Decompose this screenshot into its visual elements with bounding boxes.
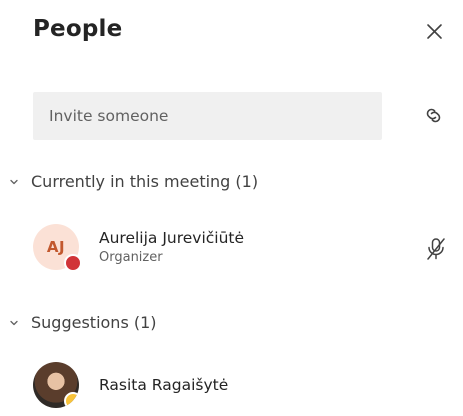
participant-row[interactable]: AJ Aurelija Jurevičiūtė Organizer (33, 224, 245, 272)
invite-field[interactable] (33, 92, 382, 140)
mute-toggle-button[interactable] (424, 236, 448, 262)
section-suggestions[interactable]: Suggestions (1) (8, 313, 157, 332)
participant-role: Organizer (99, 250, 163, 265)
suggestion-name: Rasita Ragaišytė (99, 376, 229, 394)
avatar (33, 362, 79, 408)
mic-off-icon (427, 238, 445, 260)
avatar-initials: AJ (46, 238, 66, 256)
section-currently-in-meeting[interactable]: Currently in this meeting (1) (8, 172, 258, 191)
suggestion-row[interactable]: Rasita Ragaišytė (33, 362, 228, 408)
section-label: Suggestions (1) (31, 313, 157, 332)
participant-name: Aurelija Jurevičiūtė (99, 229, 245, 247)
status-badge-away (64, 392, 79, 408)
chevron-down-icon (10, 179, 18, 184)
chevron-down-icon (10, 320, 18, 325)
link-icon (426, 108, 441, 123)
people-panel: People Currently in this meeting (1) AJ … (0, 0, 463, 416)
avatar: AJ (33, 224, 82, 272)
close-button[interactable] (420, 17, 450, 47)
close-icon (427, 24, 442, 39)
section-label: Currently in this meeting (1) (31, 172, 259, 191)
status-badge-busy (64, 254, 82, 272)
panel-title: People (33, 16, 123, 42)
copy-invite-link-button[interactable] (420, 103, 448, 129)
invite-input[interactable] (33, 106, 371, 126)
